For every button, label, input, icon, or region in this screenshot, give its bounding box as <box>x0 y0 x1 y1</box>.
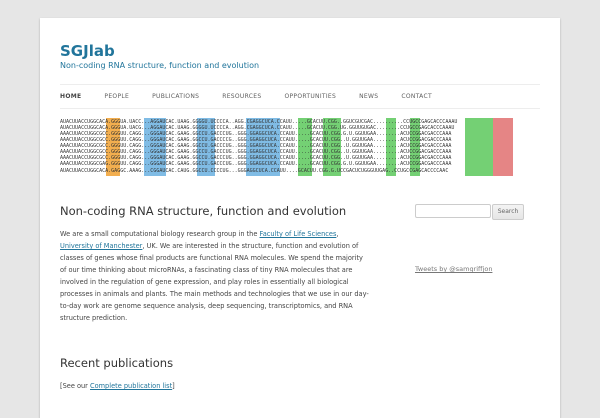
alignment-row: AAACUUACCUGGCGAG.GGGUU.CAGG...GGGAUCAC.G… <box>60 161 452 167</box>
nav-home[interactable]: HOME <box>60 93 81 100</box>
search-button[interactable]: Search <box>492 204 524 220</box>
see-our-suffix: ] <box>172 382 175 390</box>
nav-opportunities[interactable]: OPPORTUNITIES <box>284 93 336 100</box>
search-input[interactable] <box>415 204 491 218</box>
university-link[interactable]: University of Manchester <box>60 242 142 250</box>
page: SGJlab Non-coding RNA structure, functio… <box>40 18 560 418</box>
alignment-row: AUACUUACCUGGCACA.GAGGC.AAAG...CGGAUCAC.C… <box>60 168 449 174</box>
complete-publication-list-link[interactable]: Complete publication list <box>90 382 172 390</box>
nav-publications[interactable]: PUBLICATIONS <box>152 93 199 100</box>
main-nav: HOME PEOPLE PUBLICATIONS RESOURCES OPPOR… <box>60 84 540 109</box>
nav-news[interactable]: NEWS <box>359 93 378 100</box>
see-our-prefix: [See our <box>60 382 90 390</box>
tweets-link[interactable]: Tweets by @samgriffjon <box>415 265 492 273</box>
intro-text-2: , UK. We are interested in the structure… <box>60 242 369 322</box>
sequence-alignment-banner: AUACUUACCUGGCACA.GGGUA.UACC...AGGAUCAC.U… <box>60 118 540 176</box>
site-title[interactable]: SGJlab <box>60 42 115 60</box>
faculty-link[interactable]: Faculty of Life Sciences <box>260 230 337 238</box>
recent-publications-heading: Recent publications <box>60 356 174 370</box>
intro-sep: , <box>336 230 339 238</box>
nav-resources[interactable]: RESOURCES <box>222 93 261 100</box>
nav-people[interactable]: PEOPLE <box>104 93 129 100</box>
page-title: Non-coding RNA structure, function and e… <box>60 204 347 218</box>
intro-text-1: We are a small computational biology res… <box>60 230 260 238</box>
nav-contact[interactable]: CONTACT <box>401 93 432 100</box>
intro-paragraph: We are a small computational biology res… <box>60 228 370 324</box>
publication-list-note: [See our Complete publication list] <box>60 382 175 390</box>
site-description: Non-coding RNA structure, function and e… <box>60 61 260 70</box>
